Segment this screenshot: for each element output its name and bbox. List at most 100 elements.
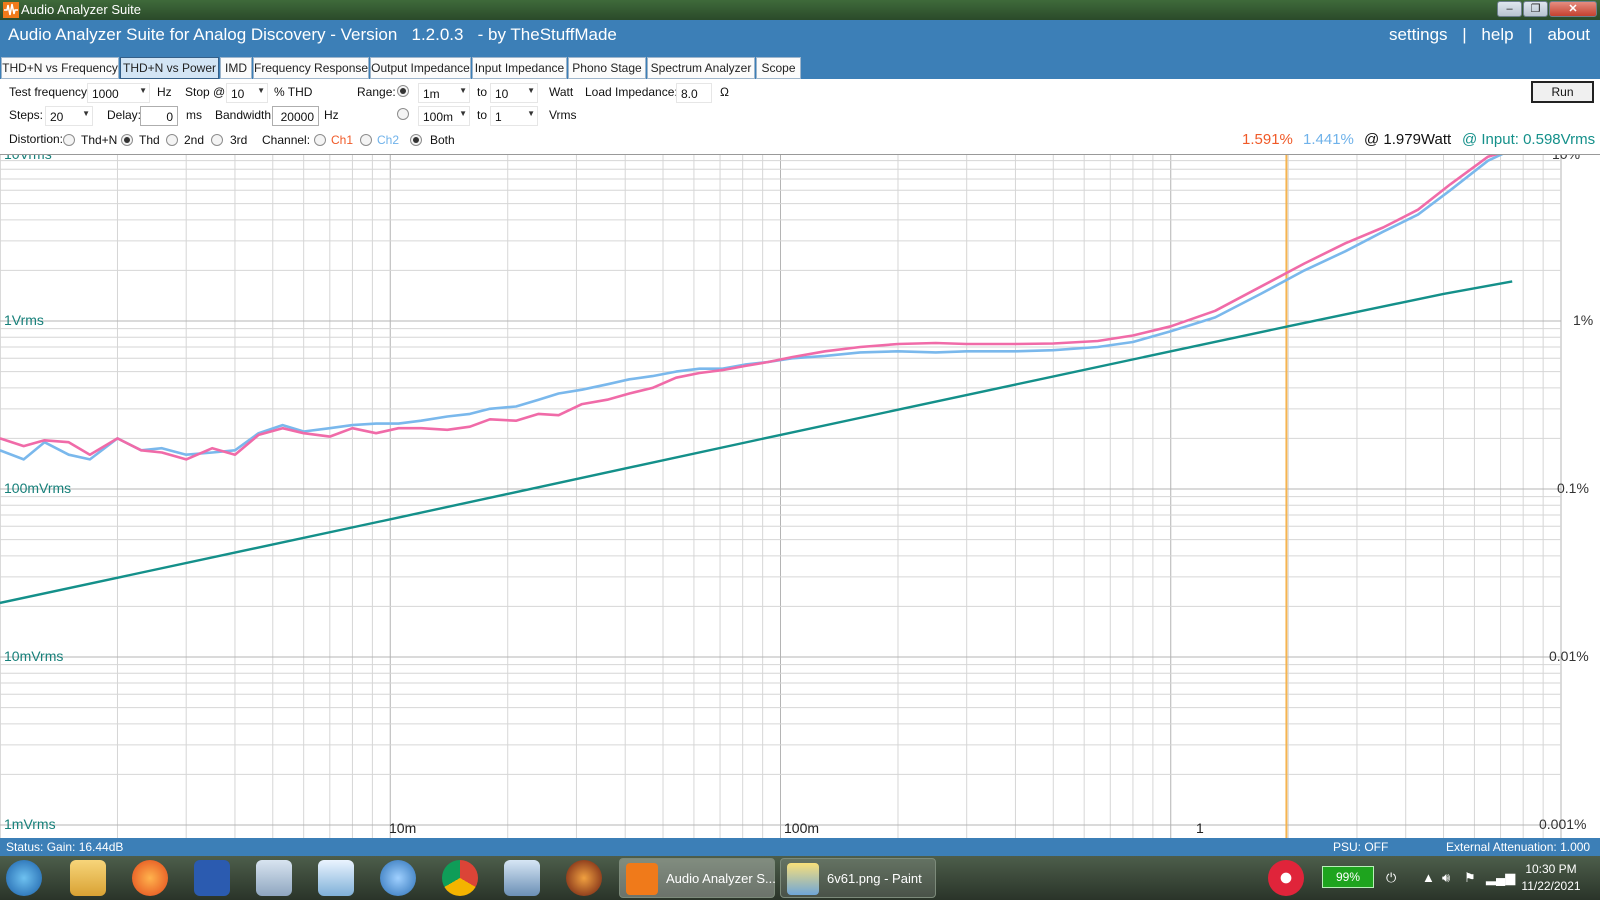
bandwidth-value: 20000 <box>280 110 314 124</box>
taskbar-paint[interactable]: 6v61.png - Paint <box>780 858 936 898</box>
tab-thd-vs-frequency[interactable]: THD+N vs Frequency <box>1 57 119 79</box>
taskbar-paint-label: 6v61.png - Paint <box>827 871 922 886</box>
readout-ch1: 1.591% <box>1242 131 1293 148</box>
close-button[interactable]: ✕ <box>1549 1 1597 17</box>
network-signal-icon[interactable]: ▂▄▆ <box>1486 870 1515 886</box>
range-vrms-unit: Vrms <box>549 108 577 122</box>
load-impedance-value: 8.0 <box>681 87 698 101</box>
tab-thd-vs-power[interactable]: THD+N vs Power <box>120 57 219 79</box>
chevron-down-icon: ▼ <box>82 109 90 118</box>
link-separator: | <box>1462 25 1467 44</box>
monitor-app-icon[interactable] <box>504 860 540 896</box>
stop-combo[interactable]: 10 ▼ <box>226 83 268 103</box>
tab-input-impedance[interactable]: Input Impedance <box>472 57 567 79</box>
link-separator: | <box>1528 25 1533 44</box>
load-impedance-field[interactable]: 8.0 <box>676 83 712 103</box>
about-link[interactable]: about <box>1547 25 1590 44</box>
action-center-flag-icon[interactable]: ⚑ <box>1464 870 1476 886</box>
taskbar-audio-analyzer-label: Audio Analyzer S... <box>666 871 776 886</box>
range-vrms-to-value: 1 <box>495 110 502 124</box>
distortion-thdn-radio[interactable] <box>63 134 75 146</box>
tab-imd[interactable]: IMD <box>220 57 252 79</box>
feather-app-icon[interactable] <box>318 860 354 896</box>
distortion-thdn-label: Thd+N <box>81 133 118 147</box>
mail-icon[interactable] <box>380 860 416 896</box>
steps-value: 20 <box>50 110 64 124</box>
status-psu: PSU: OFF <box>1333 840 1389 854</box>
minimize-button[interactable]: – <box>1497 1 1522 17</box>
steps-combo[interactable]: 20 ▼ <box>45 106 93 126</box>
readout-ch2: 1.441% <box>1303 131 1354 148</box>
test-frequency-combo[interactable]: 1000 ▼ <box>87 83 150 103</box>
y-left-label-10vrms: 10Vrms <box>4 154 52 162</box>
window-title: Audio Analyzer Suite <box>21 2 141 17</box>
chevron-down-icon: ▼ <box>527 109 535 118</box>
tab-output-impedance[interactable]: Output Impedance <box>370 57 471 79</box>
battery-indicator[interactable]: 99% <box>1322 866 1374 888</box>
show-hidden-icons-icon[interactable]: ▲ <box>1422 870 1435 885</box>
x-label-10m: 10m <box>389 820 417 836</box>
range-watt-to-combo[interactable]: 10 ▼ <box>490 83 538 103</box>
controls-panel: Test frequency: 1000 ▼ Hz Stop @ 10 ▼ % … <box>0 79 1600 154</box>
bandwidth-field[interactable]: 20000 <box>272 106 319 126</box>
calculator-icon[interactable] <box>256 860 292 896</box>
channel-ch1-label: Ch1 <box>331 133 354 147</box>
y-left-label-1mvrms: 1mVrms <box>4 816 56 832</box>
system-clock[interactable]: 10:30 PM 11/22/2021 <box>1514 862 1588 893</box>
channel-both-radio[interactable] <box>410 134 422 146</box>
app-title: Audio Analyzer Suite for Analog Discover… <box>8 25 617 44</box>
delay-unit: ms <box>186 108 202 122</box>
paint-icon <box>787 863 819 895</box>
run-button[interactable]: Run <box>1531 81 1594 103</box>
range-vrms-from-combo[interactable]: 100m ▼ <box>418 106 470 126</box>
status-bar: Status: Gain: 16.44dB PSU: OFF External … <box>0 838 1600 856</box>
distortion-2nd-radio[interactable] <box>166 134 178 146</box>
bandwidth-unit: Hz <box>324 108 339 122</box>
y-left-label-10mvrms: 10mVrms <box>4 648 64 664</box>
tab-phono-stage[interactable]: Phono Stage <box>568 57 646 79</box>
game-icon[interactable] <box>566 860 602 896</box>
range-watt-radio[interactable] <box>397 85 409 97</box>
status-external-attenuation: External Attenuation: 1.000 <box>1446 840 1591 854</box>
stop-value: 10 <box>231 87 245 101</box>
clock-date: 11/22/2021 <box>1521 879 1581 893</box>
settings-link[interactable]: settings <box>1389 25 1448 44</box>
radio-selected-dot <box>400 88 406 94</box>
load-impedance-unit: Ω <box>720 85 729 99</box>
radio-selected-dot <box>124 137 130 143</box>
help-link[interactable]: help <box>1481 25 1513 44</box>
chevron-down-icon: ▼ <box>459 86 467 95</box>
tray-app-icon[interactable] <box>1268 860 1304 896</box>
stop-label: Stop @ <box>185 85 226 99</box>
tab-scope[interactable]: Scope <box>756 57 801 79</box>
taskbar-audio-analyzer[interactable]: Audio Analyzer S... <box>619 858 776 898</box>
channel-ch1-radio[interactable] <box>314 134 326 146</box>
waveform-app-icon <box>626 863 658 895</box>
y-right-label-10pct: 10% <box>1552 154 1581 162</box>
maximize-button[interactable]: ❐ <box>1523 1 1548 17</box>
channel-ch2-radio[interactable] <box>360 134 372 146</box>
thd-vs-power-plot[interactable]: 10Vrms 1Vrms 100mVrms 10mVrms 1mVrms 10%… <box>0 154 1600 838</box>
file-explorer-icon[interactable] <box>70 860 106 896</box>
range-vrms-radio[interactable] <box>397 108 409 120</box>
range-vrms-to-combo[interactable]: 1 ▼ <box>490 106 538 126</box>
firefox-icon[interactable] <box>132 860 168 896</box>
app-window: Audio Analyzer Suite – ❐ ✕ Audio Analyze… <box>0 0 1600 900</box>
power-plug-icon[interactable]: ⏻ <box>1386 870 1396 886</box>
range-to-label: to <box>477 108 488 122</box>
range-watt-from-combo[interactable]: 1m ▼ <box>418 83 470 103</box>
volume-icon[interactable]: 🔊︎ <box>1442 870 1450 886</box>
test-frequency-value: 1000 <box>92 87 119 101</box>
y-left-label-100mvrms: 100mVrms <box>4 480 72 496</box>
tab-frequency-response[interactable]: Frequency Response <box>253 57 369 79</box>
distortion-3rd-radio[interactable] <box>211 134 223 146</box>
delay-field[interactable]: 0 <box>140 106 178 126</box>
distortion-thd-radio[interactable] <box>121 134 133 146</box>
start-button-icon[interactable] <box>6 860 42 896</box>
chrome-icon[interactable] <box>442 860 478 896</box>
word-icon[interactable] <box>194 860 230 896</box>
channel-both-label: Both <box>430 133 455 147</box>
y-left-label-1vrms: 1Vrms <box>4 312 44 328</box>
tab-spectrum-analyzer[interactable]: Spectrum Analyzer <box>647 57 755 79</box>
steps-label: Steps: <box>9 108 44 122</box>
